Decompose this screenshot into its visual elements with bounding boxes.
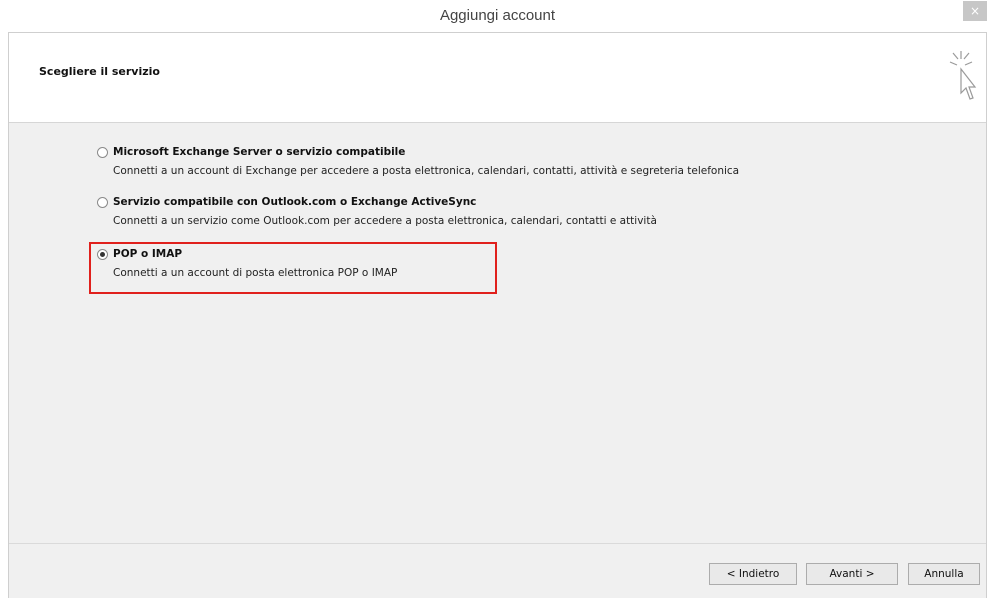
next-button[interactable]: Avanti > [806,563,898,585]
cancel-button[interactable]: Annulla [908,563,980,585]
option-description: Connetti a un servizio come Outlook.com … [113,215,657,227]
content-area: Microsoft Exchange Server o servizio com… [9,123,986,543]
option-label[interactable]: Servizio compatibile con Outlook.com o E… [113,196,476,208]
button-bar: < Indietro Avanti > Annulla [9,543,986,598]
back-button[interactable]: < Indietro [709,563,797,585]
window-title: Aggiungi account [439,7,556,24]
option-activesync[interactable]: Servizio compatibile con Outlook.com o E… [97,194,657,227]
option-label[interactable]: Microsoft Exchange Server o servizio com… [113,146,405,158]
close-button[interactable]: × [963,1,987,21]
wizard-header: Scegliere il servizio [9,33,986,123]
radio-exchange[interactable] [97,146,108,158]
page-title: Scegliere il servizio [39,65,160,78]
title-bar: Aggiungi account × [0,0,995,32]
radio-activesync[interactable] [97,196,108,208]
option-exchange[interactable]: Microsoft Exchange Server o servizio com… [97,144,739,177]
cursor-click-icon [949,51,977,100]
dialog-frame: Scegliere il servizio Microsoft Exchange… [8,32,987,598]
option-description: Connetti a un account di Exchange per ac… [113,165,740,177]
selection-highlight-box [89,242,497,294]
